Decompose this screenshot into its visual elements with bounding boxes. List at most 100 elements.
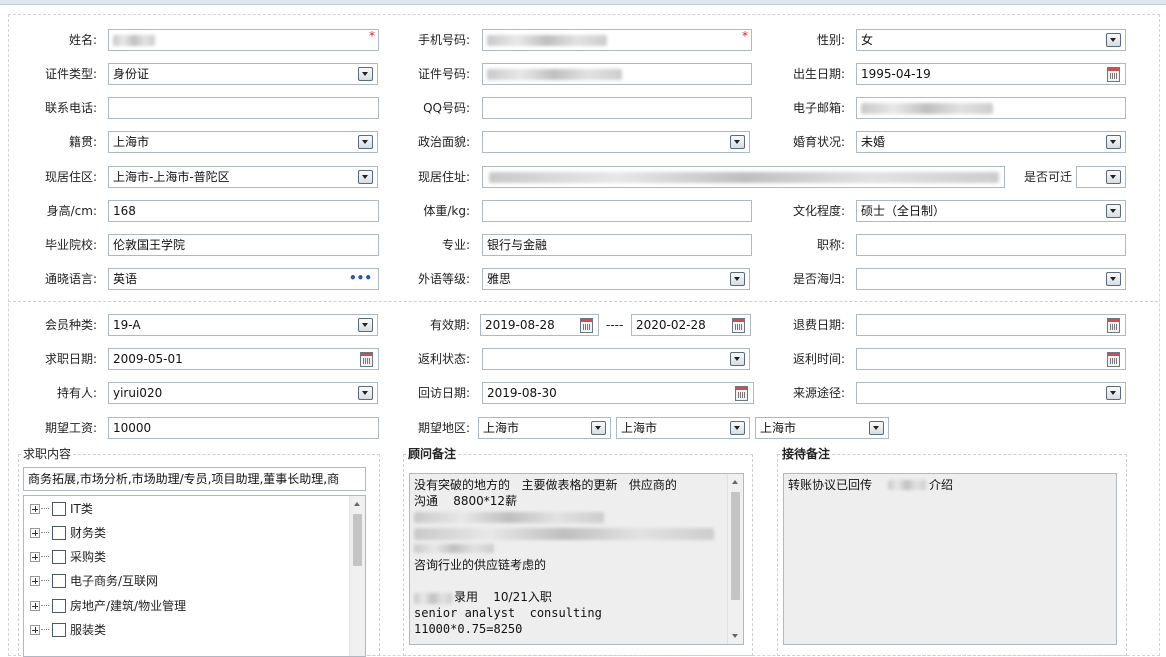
native-select[interactable]: 上海市: [108, 131, 378, 153]
returnee-select[interactable]: [856, 268, 1126, 290]
weight-field[interactable]: [482, 200, 752, 222]
calendar-icon[interactable]: [732, 318, 745, 333]
holder-select[interactable]: yirui020: [108, 382, 378, 404]
plus-box-icon[interactable]: [30, 625, 40, 635]
chevron-down-icon[interactable]: [1106, 170, 1121, 184]
idno-field[interactable]: [482, 63, 752, 85]
chevron-down-icon[interactable]: [730, 421, 745, 435]
idtype-select[interactable]: 身份证: [108, 63, 378, 85]
remark-line: 沟通 8800*12薪: [414, 494, 518, 508]
calendar-icon[interactable]: [1107, 318, 1120, 333]
phone-field[interactable]: *: [482, 29, 752, 51]
chevron-down-icon[interactable]: [869, 421, 884, 435]
checkbox-icon[interactable]: [52, 599, 66, 613]
plus-box-icon[interactable]: [30, 552, 40, 562]
area-select[interactable]: 上海市-上海市-普陀区: [108, 166, 378, 188]
reception-remarks-textarea[interactable]: 转账协议已回传 介绍: [783, 473, 1117, 645]
checkbox-icon[interactable]: [52, 623, 66, 637]
langlevel-select[interactable]: 雅思: [482, 268, 750, 290]
plus-box-icon[interactable]: [30, 576, 40, 586]
advisor-remarks-title: 顾问备注: [406, 447, 459, 461]
chevron-down-icon[interactable]: [1106, 272, 1121, 286]
address-field[interactable]: [482, 166, 1005, 188]
chevron-down-icon[interactable]: [358, 170, 373, 184]
chevron-down-icon[interactable]: [591, 421, 606, 435]
political-select[interactable]: [482, 131, 750, 153]
checkbox-icon[interactable]: [52, 574, 66, 588]
name-field[interactable]: *: [108, 29, 379, 51]
job-category-tree[interactable]: IT类 财务类 采购类 电子商务/互联网 房地产/建筑/物业管理 服装类: [23, 495, 366, 657]
region-city-select[interactable]: 上海市: [616, 417, 750, 439]
chevron-down-icon[interactable]: [730, 352, 745, 366]
chevron-down-icon[interactable]: [730, 272, 745, 286]
calendar-icon[interactable]: [735, 386, 748, 401]
birth-date-field[interactable]: 1995-04-19: [856, 63, 1126, 85]
advisor-remarks-textarea[interactable]: 没有突破的地方的 主要做表格的更新 供应商的 沟通 8800*12薪 咨询行业的…: [409, 473, 744, 645]
rebate-status-select[interactable]: [482, 348, 750, 370]
redacted-value: [861, 103, 993, 114]
chevron-down-icon[interactable]: [358, 386, 373, 400]
tree-item[interactable]: 采购类: [24, 546, 344, 568]
height-field[interactable]: 168: [108, 200, 379, 222]
calendar-icon[interactable]: [360, 352, 373, 367]
redacted-value: [487, 35, 607, 46]
height-label: 身高/cm:: [46, 204, 97, 218]
chevron-down-icon[interactable]: [1106, 135, 1121, 149]
qq-field[interactable]: [482, 97, 752, 119]
email-field[interactable]: [856, 97, 1126, 119]
chevron-down-icon[interactable]: [730, 135, 745, 149]
tree-item[interactable]: 财务类: [24, 522, 344, 544]
source-select[interactable]: [856, 382, 1126, 404]
tree-item[interactable]: 房地产/建筑/物业管理: [24, 595, 344, 617]
visit-date-field[interactable]: 2019-08-30: [482, 382, 754, 404]
scroll-up-icon[interactable]: [732, 480, 738, 484]
scroll-thumb[interactable]: [731, 492, 740, 600]
member-type-select[interactable]: 19-A: [108, 314, 378, 336]
calendar-icon[interactable]: [1107, 352, 1120, 367]
scroll-thumb[interactable]: [353, 514, 362, 566]
salary-field[interactable]: 10000: [108, 417, 379, 439]
tree-item[interactable]: IT类: [24, 498, 344, 520]
calendar-icon[interactable]: [580, 318, 593, 333]
valid-to-field[interactable]: 2020-02-28: [631, 314, 751, 336]
plus-box-icon[interactable]: [30, 601, 40, 611]
marital-select[interactable]: 未婚: [856, 131, 1126, 153]
plus-box-icon[interactable]: [30, 528, 40, 538]
chevron-down-icon[interactable]: [358, 318, 373, 332]
chevron-down-icon[interactable]: [1106, 204, 1121, 218]
school-field[interactable]: 伦敦国王学院: [108, 234, 379, 256]
gender-select[interactable]: 女: [856, 29, 1126, 51]
tree-item-label: IT类: [70, 502, 93, 516]
tree-item[interactable]: 服装类: [24, 619, 344, 641]
tree-item[interactable]: 电子商务/互联网: [24, 570, 344, 592]
scroll-down-icon[interactable]: [732, 634, 738, 638]
chevron-down-icon[interactable]: [358, 67, 373, 81]
calendar-icon[interactable]: [1107, 67, 1120, 82]
scroll-up-icon[interactable]: [354, 502, 360, 506]
plus-box-icon[interactable]: [30, 504, 40, 514]
jobtitle-field[interactable]: [856, 234, 1126, 256]
checkbox-icon[interactable]: [52, 526, 66, 540]
checkbox-icon[interactable]: [52, 550, 66, 564]
job-content-title: 求职内容: [21, 447, 74, 461]
chevron-down-icon[interactable]: [1106, 33, 1121, 47]
tel-field[interactable]: [108, 97, 379, 119]
lang-field[interactable]: 英语 •••: [108, 268, 379, 290]
job-content-field[interactable]: 商务拓展,市场分析,市场助理/专员,项目助理,董事长助理,商: [23, 467, 366, 491]
jobdate-field[interactable]: 2009-05-01: [108, 348, 379, 370]
rebate-time-field[interactable]: [856, 348, 1126, 370]
relocate-select[interactable]: [1076, 166, 1126, 188]
refund-date-field[interactable]: [856, 314, 1126, 336]
major-label: 专业:: [441, 238, 470, 252]
checkbox-icon[interactable]: [52, 502, 66, 516]
region-province-select[interactable]: 上海市: [478, 417, 611, 439]
tree-scrollbar[interactable]: [349, 496, 365, 656]
major-field[interactable]: 银行与金融: [482, 234, 752, 256]
chevron-down-icon[interactable]: [1106, 386, 1121, 400]
chevron-down-icon[interactable]: [358, 135, 373, 149]
valid-from-field[interactable]: 2019-08-28: [480, 314, 599, 336]
remarks-scrollbar[interactable]: [727, 474, 743, 644]
ellipsis-icon[interactable]: •••: [349, 269, 372, 287]
edu-select[interactable]: 硕士（全日制）: [856, 200, 1126, 222]
region-district-select[interactable]: 上海市: [755, 417, 889, 439]
